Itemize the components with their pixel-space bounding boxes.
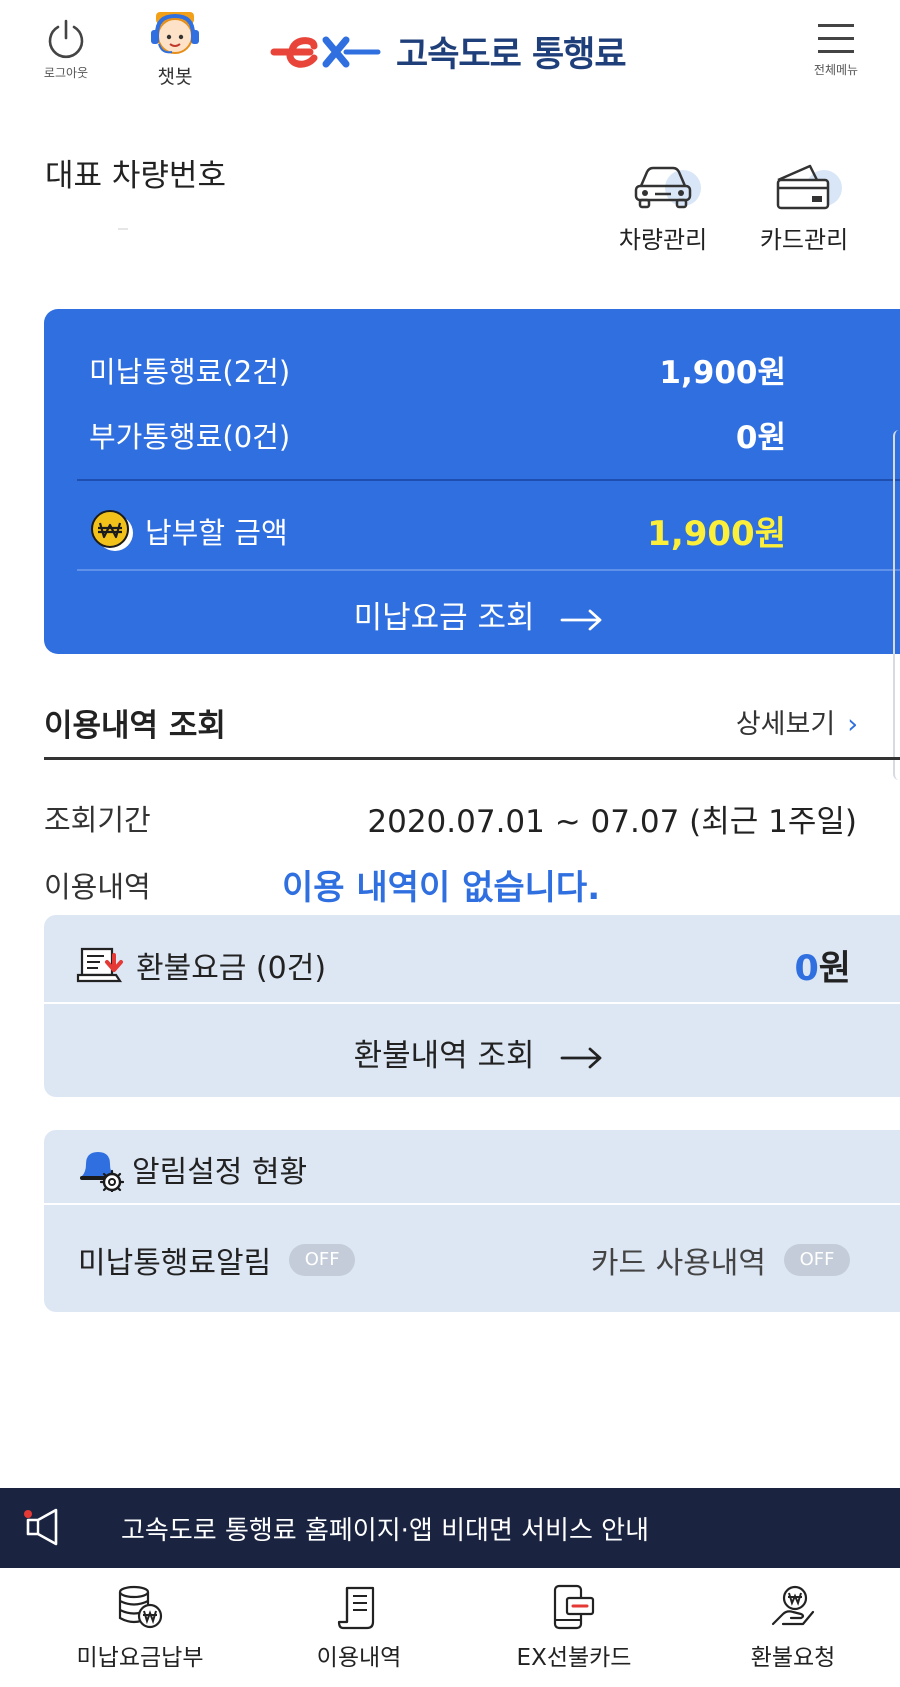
card-usage-alert-toggle[interactable]: OFF: [784, 1244, 850, 1276]
unpaid-alert-label: 미납통행료알림: [78, 1246, 272, 1281]
card-usage-alert-label: 카드 사용내역: [590, 1246, 766, 1281]
history-label: 이용내역: [44, 870, 151, 904]
chatbot-button[interactable]: 챗봇: [142, 10, 208, 89]
refund-history-link[interactable]: 환불내역 조회: [44, 1030, 900, 1075]
logout-button[interactable]: 로그아웃: [36, 18, 96, 81]
unpaid-toll-label: 미납통행료(2건): [89, 354, 291, 389]
alert-settings-header: 알림설정 현황: [76, 1146, 307, 1192]
vehicle-manage-label: 차량관리: [618, 226, 708, 254]
phone-card-icon: [553, 1584, 595, 1630]
vehicle-number: [118, 228, 128, 230]
nav-ex-prepaid-card-label: EX선불카드: [516, 1645, 632, 1671]
chatbot-label: 챗봇: [157, 66, 193, 88]
hamburger-menu-icon: [808, 24, 864, 53]
usage-detail-link[interactable]: 상세보기 ›: [736, 702, 858, 741]
card-manage-button[interactable]: 카드관리: [749, 162, 859, 255]
card-usage-alert-setting: 카드 사용내역 OFF: [591, 1238, 850, 1282]
notice-banner[interactable]: 고속도로 통행료 홈페이지·앱 비대면 서비스 안내: [0, 1488, 900, 1568]
nav-usage-history-label: 이용내역: [316, 1645, 402, 1671]
card-manage-label: 카드관리: [759, 226, 849, 254]
alert-settings-title: 알림설정 현황: [132, 1155, 308, 1190]
additional-toll-amount: 0원: [735, 420, 786, 456]
bottom-navigation: 미납요금납부 이용내역 EX선불카드 환불요청: [0, 1568, 900, 1687]
chatbot-avatar-icon: [151, 12, 199, 54]
brand-logo[interactable]: 고속도로 통행료: [270, 26, 627, 77]
hand-won-icon: [771, 1585, 815, 1626]
refund-label: 환불요금 (0건): [136, 951, 327, 986]
unpaid-alert-toggle[interactable]: OFF: [289, 1244, 356, 1276]
unpaid-alert-setting: 미납통행료알림 OFF: [78, 1238, 356, 1282]
brand-title: 고속도로 통행료: [396, 35, 627, 75]
vehicle-title: 대표 차량번호: [45, 158, 226, 194]
app-header: 로그아웃 챗봇 고속도로 통행료 전체메뉴: [0, 0, 900, 110]
megaphone-icon: [24, 1508, 58, 1546]
section-divider: [44, 757, 900, 760]
all-menu-label: 전체메뉴: [813, 63, 859, 77]
nav-refund-request-label: 환불요청: [750, 1645, 836, 1671]
unpaid-inquiry-link[interactable]: 미납요금 조회: [44, 592, 900, 637]
unpaid-toll-amount: 1,900원: [659, 355, 786, 391]
divider: [77, 569, 900, 571]
refund-amount-unit: 원: [818, 948, 851, 989]
divider: [44, 1203, 900, 1205]
nav-refund-request[interactable]: 환불요청: [693, 1584, 893, 1672]
total-amount-label: 납부할 금액: [145, 515, 288, 550]
receipt-icon: [337, 1586, 375, 1630]
usage-section-header: 이용내역 조회 상세보기 ›: [44, 700, 900, 760]
unpaid-toll-row: 미납통행료(2건) 1,900원: [89, 347, 786, 392]
refund-history-label: 환불내역 조회: [353, 1038, 535, 1074]
period-value: 2020.07.01 ~ 07.07 (최근 1주일): [367, 804, 857, 840]
history-empty-message: 이용 내역이 없습니다.: [282, 868, 601, 908]
all-menu-button[interactable]: 전체메뉴: [808, 24, 864, 78]
nav-unpaid-payment[interactable]: 미납요금납부: [40, 1584, 240, 1672]
nav-unpaid-payment-label: 미납요금납부: [76, 1645, 204, 1671]
logout-label: 로그아웃: [43, 66, 89, 80]
refund-amount-number: 0: [794, 948, 819, 989]
divider: [44, 1002, 900, 1004]
coin-stack-won-icon: [118, 1585, 163, 1629]
period-label: 조회기간: [44, 803, 151, 837]
toll-summary-card: 미납통행료(2건) 1,900원 부가통행료(0건) 0원 납부할 금액 1,9…: [44, 309, 900, 654]
nav-ex-prepaid-card[interactable]: EX선불카드: [474, 1584, 674, 1672]
usage-detail-label: 상세보기: [735, 709, 836, 740]
additional-toll-row: 부가통행료(0건) 0원: [89, 412, 786, 457]
bell-gear-icon: [80, 1152, 124, 1192]
additional-toll-label: 부가통행료(0건): [89, 419, 291, 454]
vehicle-manage-button[interactable]: 차량관리: [608, 162, 718, 255]
card-icon: [776, 164, 830, 210]
arrow-right-icon: [561, 1047, 602, 1068]
refund-document-icon: [76, 947, 123, 983]
notice-text: 고속도로 통행료 홈페이지·앱 비대면 서비스 안내: [121, 1516, 649, 1546]
total-amount-row: 납부할 금액 1,900원: [89, 506, 786, 555]
refund-card: 환불요금 (0건) 0원 환불내역 조회: [44, 915, 900, 1097]
refund-amount: 0원: [794, 940, 851, 991]
chevron-right-icon: ›: [847, 709, 858, 740]
unpaid-inquiry-label: 미납요금 조회: [353, 600, 535, 636]
arrow-right-icon: [561, 609, 602, 630]
nav-usage-history[interactable]: 이용내역: [259, 1584, 459, 1672]
won-coin-icon: [91, 509, 133, 551]
total-amount-value: 1,900원: [647, 514, 786, 554]
refund-row: 환불요금 (0건) 0원: [76, 940, 851, 990]
divider: [77, 479, 900, 481]
usage-title: 이용내역 조회: [44, 708, 226, 744]
power-icon: [48, 19, 84, 59]
alert-settings-card: 알림설정 현황 미납통행료알림 OFF 카드 사용내역 OFF: [44, 1130, 900, 1312]
car-icon: [634, 166, 692, 209]
ex-logo-icon: [270, 36, 381, 68]
